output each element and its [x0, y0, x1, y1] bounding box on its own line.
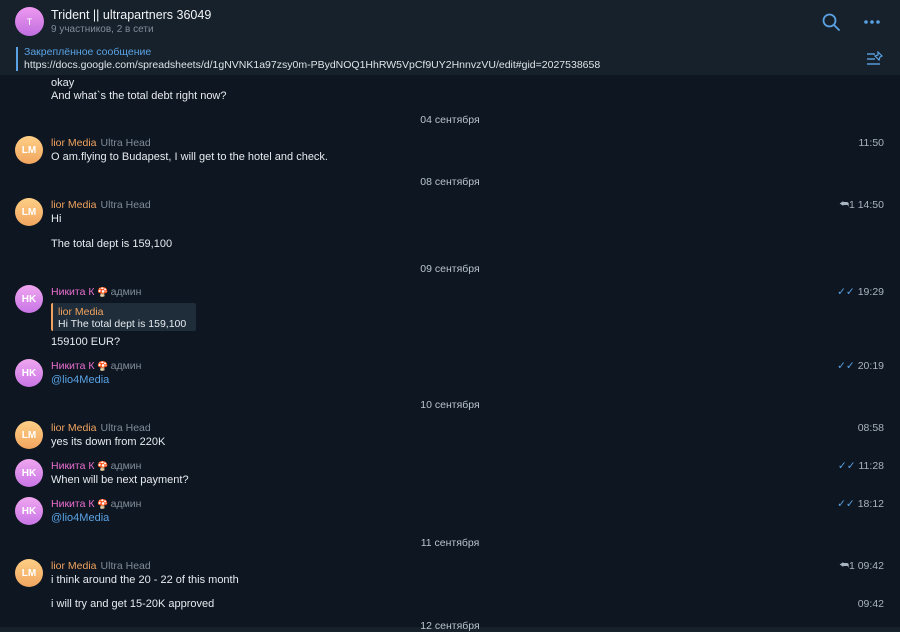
sender-role: админ — [110, 286, 142, 298]
pinned-list-icon[interactable] — [866, 51, 884, 67]
message-time: 20:19 — [857, 360, 884, 372]
reply-count-icon[interactable]: ⮪ — [839, 199, 849, 211]
message-time: 09:42 — [857, 598, 884, 610]
pinned-message-bar[interactable]: Закреплённое сообщение https://docs.goog… — [0, 42, 900, 76]
avatar[interactable]: HK — [15, 285, 43, 313]
sender-role: админ — [110, 498, 142, 510]
date-separator: 04 сентября — [420, 114, 480, 126]
message-time: 19:29 — [857, 286, 884, 298]
sender-role: Ultra Head — [100, 422, 151, 434]
message-text: The total dept is 159,100 — [51, 238, 173, 250]
read-checkmarks-icon: ✓✓ — [837, 498, 855, 510]
chat-title[interactable]: Trident || ultrapartners 36049 — [51, 8, 211, 22]
read-checkmarks-icon: ✓✓ — [837, 360, 855, 372]
read-checkmarks-icon: ✓✓ — [837, 460, 856, 472]
sender-name[interactable]: Никита К — [51, 286, 94, 298]
message-text: O am.flying to Budapest, I will get to t… — [51, 151, 328, 163]
date-separator: 08 сентября — [420, 176, 480, 188]
sender-name[interactable]: lior Media — [51, 422, 97, 434]
date-separator: 11 сентября — [420, 537, 480, 549]
sender-name[interactable]: Никита К — [51, 360, 94, 372]
message-time: 1 14:50 — [848, 199, 884, 211]
pinned-label: Закреплённое сообщение — [24, 46, 152, 58]
mushroom-badge-icon: 🍄 — [97, 499, 109, 509]
sender-name[interactable]: Никита К — [51, 498, 94, 510]
chat-avatar[interactable]: T — [15, 7, 44, 36]
chat-header: T Trident || ultrapartners 36049 9 участ… — [0, 0, 900, 43]
message-list[interactable]: okay And what`s the total debt right now… — [0, 75, 900, 632]
avatar[interactable]: HK — [15, 497, 43, 525]
message-text: When will be next payment? — [51, 474, 189, 486]
sender-role: Ultra Head — [100, 560, 151, 572]
message-text: i think around the 20 - 22 of this month — [51, 574, 239, 586]
mention-link[interactable]: @lio4Media — [51, 512, 109, 524]
reply-sender: lior Media — [58, 306, 104, 318]
message-time: 11:50 — [858, 137, 885, 149]
sender-role: Ultra Head — [100, 199, 151, 211]
date-separator: 12 сентября — [420, 620, 480, 632]
sender-line: Никита К 🍄 админ — [51, 498, 141, 510]
date-separator: 10 сентября — [420, 399, 480, 411]
avatar[interactable]: HK — [15, 359, 43, 387]
sender-line: lior Media Ultra Head — [51, 137, 151, 149]
sender-name[interactable]: lior Media — [51, 199, 97, 211]
message-meta: ✓✓ 19:29 — [837, 286, 884, 298]
avatar[interactable]: LM — [15, 198, 43, 226]
sender-line: Никита К 🍄 админ — [51, 360, 141, 372]
pinned-accent-bar — [16, 47, 18, 71]
avatar[interactable]: LM — [15, 559, 43, 587]
sender-name[interactable]: lior Media — [51, 137, 97, 149]
avatar[interactable]: LM — [15, 136, 43, 164]
reply-text: Hi The total dept is 159,100 — [58, 318, 187, 330]
sender-name[interactable]: Никита К — [51, 460, 94, 472]
mention-link[interactable]: @lio4Media — [51, 374, 109, 386]
message-meta: ⮪1 14:50 — [839, 199, 884, 212]
reply-quote[interactable]: lior Media Hi The total dept is 159,100 — [51, 303, 196, 331]
message-time: 18:12 — [857, 498, 884, 510]
reply-count-icon[interactable]: ⮪ — [839, 560, 849, 572]
message-meta: ⮪1 09:42 — [839, 560, 884, 573]
message-meta: ✓✓ 11:28 — [838, 460, 884, 472]
mushroom-badge-icon: 🍄 — [97, 287, 109, 297]
sender-line: lior Media Ultra Head — [51, 422, 151, 434]
avatar[interactable]: HK — [15, 459, 43, 487]
message-meta: ✓✓ 18:12 — [837, 498, 884, 510]
message-text: 159100 EUR? — [51, 336, 121, 348]
sender-name[interactable]: lior Media — [51, 560, 97, 572]
mushroom-badge-icon: 🍄 — [97, 361, 109, 371]
chat-member-count: 9 участников, 2 в сети — [51, 24, 154, 35]
sender-role: админ — [110, 460, 142, 472]
message-text: And what`s the total debt right now? — [51, 90, 227, 102]
message-time: 11:28 — [858, 460, 885, 472]
sender-line: Никита К 🍄 админ — [51, 286, 141, 298]
mushroom-badge-icon: 🍄 — [97, 461, 109, 471]
message-meta: ✓✓ 20:19 — [837, 360, 884, 372]
sender-line: lior Media Ultra Head — [51, 560, 151, 572]
search-icon[interactable] — [821, 12, 841, 32]
message-text: okay — [51, 77, 75, 89]
message-time: 08:58 — [857, 422, 884, 434]
read-checkmarks-icon: ✓✓ — [837, 286, 855, 298]
sender-line: Никита К 🍄 админ — [51, 460, 141, 472]
pinned-text[interactable]: https://docs.google.com/spreadsheets/d/1… — [24, 59, 600, 71]
sender-role: админ — [110, 360, 142, 372]
message-time: 1 09:42 — [848, 560, 884, 572]
sender-role: Ultra Head — [100, 137, 151, 149]
avatar[interactable]: LM — [15, 421, 43, 449]
sender-line: lior Media Ultra Head — [51, 199, 151, 211]
more-icon[interactable] — [862, 12, 882, 32]
message-text: Hi — [51, 213, 62, 225]
date-separator: 09 сентября — [420, 263, 480, 275]
message-text: i will try and get 15-20K approved — [51, 598, 215, 610]
message-text: yes its down from 220K — [51, 436, 166, 448]
